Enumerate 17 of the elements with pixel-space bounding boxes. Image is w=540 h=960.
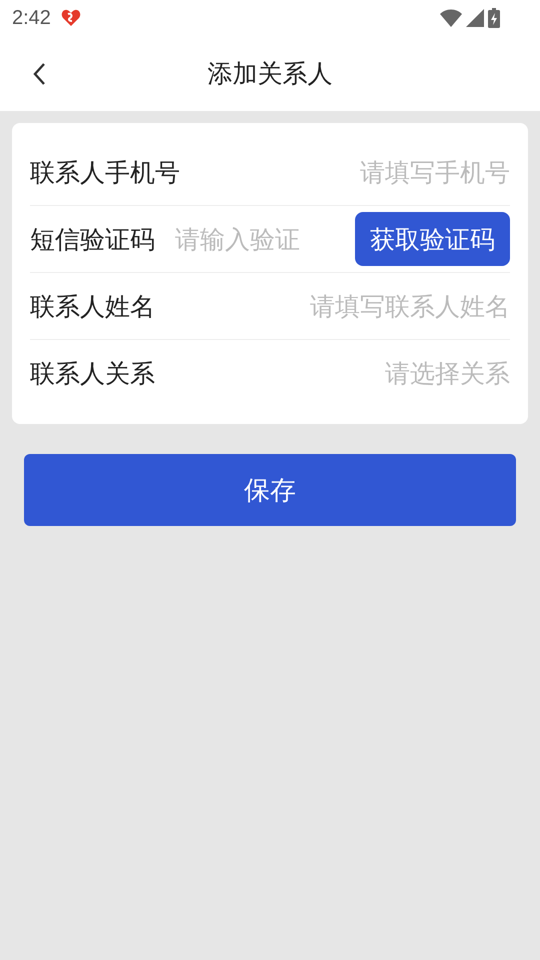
status-time: 2:42 [12, 6, 51, 30]
wifi-icon [440, 9, 462, 27]
get-code-button[interactable]: 获取验证码 [355, 212, 510, 266]
notification-icon [60, 9, 81, 27]
page-title: 添加关系人 [206, 58, 334, 90]
field-label: 短信验证码 [30, 224, 155, 256]
save-button[interactable]: 保存 [24, 454, 516, 526]
select-field[interactable]: 请选择关系 [155, 358, 510, 388]
battery-icon [488, 8, 500, 28]
back-icon [32, 62, 46, 86]
field-label: 联系人关系 [30, 358, 155, 390]
input-field[interactable]: 请输入验证 [175, 224, 339, 254]
field-label: 联系人手机号 [30, 156, 180, 188]
signal-icon [466, 9, 484, 27]
input-field[interactable]: 请填写联系人姓名 [155, 292, 510, 320]
input-field[interactable]: 请填写手机号 [180, 158, 510, 186]
field-label: 联系人姓名 [30, 290, 155, 322]
